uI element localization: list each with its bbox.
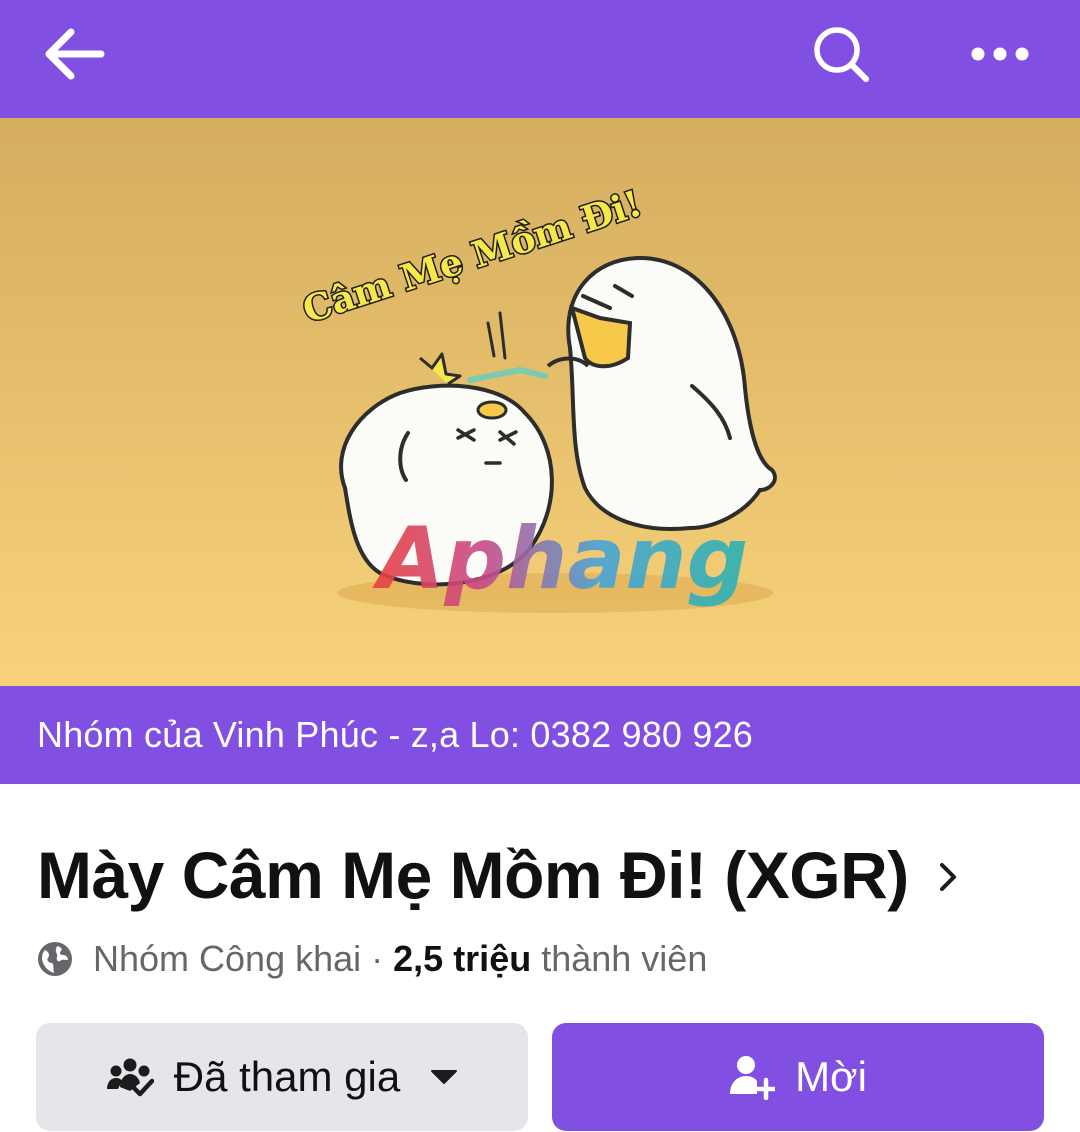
search-icon <box>814 27 869 82</box>
invite-button[interactable]: Mời <box>552 1023 1044 1131</box>
chevron-right-icon <box>939 862 957 897</box>
banner-text: Nhóm của Vinh Phúc - z,a Lo: 0382 980 92… <box>37 714 754 755</box>
cover-watermark: Aphang <box>372 509 748 609</box>
arrow-left-icon <box>45 28 105 80</box>
top-bar <box>0 0 1080 118</box>
member-count: 2,5 triệu <box>393 938 532 979</box>
add-person-icon <box>729 1054 776 1100</box>
globe-icon <box>37 941 73 977</box>
member-label: thành viên <box>541 938 708 979</box>
caret-down-icon <box>430 1069 458 1085</box>
group-privacy: Nhóm Công khai <box>93 938 362 979</box>
group-admin-banner: Nhóm của Vinh Phúc - z,a Lo: 0382 980 92… <box>0 686 1080 784</box>
group-title: Mày Câm Mẹ Mồm Đi! (XGR) <box>37 838 909 912</box>
invite-label: Mời <box>795 1053 867 1100</box>
group-meta: Nhóm Công khai · 2,5 triệu thành viên <box>37 936 707 982</box>
joined-label: Đã tham gia <box>173 1053 401 1100</box>
group-check-icon <box>106 1057 154 1097</box>
cover-photo[interactable]: Câm Mẹ Mồm Đi! Aphang <box>0 118 1080 686</box>
meta-separator: · <box>371 938 384 979</box>
back-button[interactable] <box>28 14 120 94</box>
joined-button[interactable]: Đã tham gia <box>36 1023 528 1131</box>
more-horizontal-icon <box>971 47 1029 61</box>
more-options-button[interactable] <box>954 14 1046 94</box>
group-title-row[interactable]: Mày Câm Mẹ Mồm Đi! (XGR) <box>37 830 957 920</box>
search-button[interactable] <box>796 14 886 94</box>
